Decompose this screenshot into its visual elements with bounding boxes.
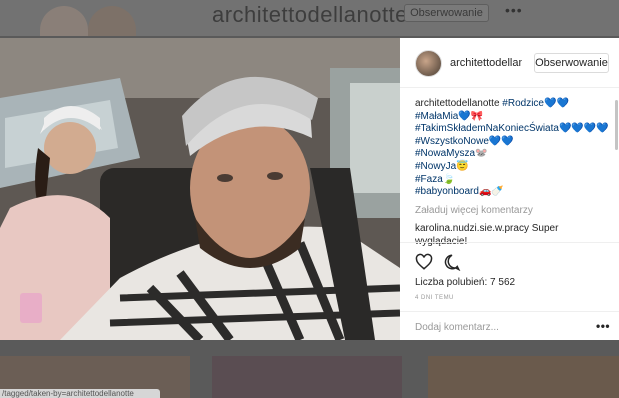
background-username: architettodellanotte: [212, 2, 408, 27]
load-more-comments-link[interactable]: Załaduj więcej komentarzy: [415, 205, 611, 218]
post-side-panel: architettodellanc Obserwowanie architett…: [400, 38, 619, 340]
caption: architettodellanotte #Rodzice💙💙 #MałaMia…: [415, 98, 611, 199]
hashtag[interactable]: #NowaMysza🐭: [415, 148, 611, 161]
hashtag[interactable]: #Rodzice💙💙: [502, 98, 569, 109]
background-story-avatar: [88, 6, 136, 36]
post-header: architettodellanc Obserwowanie: [400, 38, 619, 88]
comments-section: architettodellanotte #Rodzice💙💙 #MałaMia…: [415, 98, 611, 249]
hashtag[interactable]: #WszystkoNowe💙💙: [415, 136, 611, 149]
background-story-avatar: [40, 6, 88, 36]
hashtag[interactable]: #babyonboard🚗🍼: [415, 186, 611, 199]
heart-icon[interactable]: [415, 253, 433, 271]
more-options-icon[interactable]: •••: [596, 319, 610, 333]
hashtag[interactable]: #Faza🍃: [415, 174, 611, 187]
post-actions: Liczba polubień: 7 562 4 DNI TEMU •••: [400, 242, 619, 340]
follow-button[interactable]: Obserwowanie: [534, 53, 609, 73]
selfie-image: [0, 38, 400, 340]
background-thumbnail: [212, 356, 402, 398]
hashtag[interactable]: #TakimSkłademNaKoniecŚwiata💙💙💙💙: [415, 123, 611, 136]
hashtag[interactable]: #NowyJa😇: [415, 161, 611, 174]
comments-scrollbar[interactable]: [615, 100, 618, 150]
comment-username[interactable]: karolina.nudzi.sie.w.pracy: [415, 223, 529, 234]
post-photo[interactable]: [0, 38, 400, 340]
post-username[interactable]: architettodellanc: [450, 57, 522, 69]
background-header: architettodellanotte Obserwowanie •••: [0, 0, 619, 36]
background-thumbnail: [428, 356, 619, 398]
comment-icon[interactable]: [443, 253, 461, 271]
like-count[interactable]: Liczba polubień: 7 562: [415, 277, 515, 288]
status-url: /tagged/taken-by=architettodellanotte: [0, 389, 160, 398]
hashtag[interactable]: #MałaMia💙🎀: [415, 111, 611, 124]
add-comment-bar: •••: [400, 311, 619, 341]
background-more-icon: •••: [505, 2, 523, 18]
background-follow-button: Obserwowanie: [404, 4, 489, 22]
post-timestamp: 4 DNI TEMU: [415, 295, 454, 301]
caption-username[interactable]: architettodellanotte: [415, 98, 500, 109]
avatar[interactable]: [415, 50, 442, 77]
add-comment-input[interactable]: [415, 320, 575, 334]
